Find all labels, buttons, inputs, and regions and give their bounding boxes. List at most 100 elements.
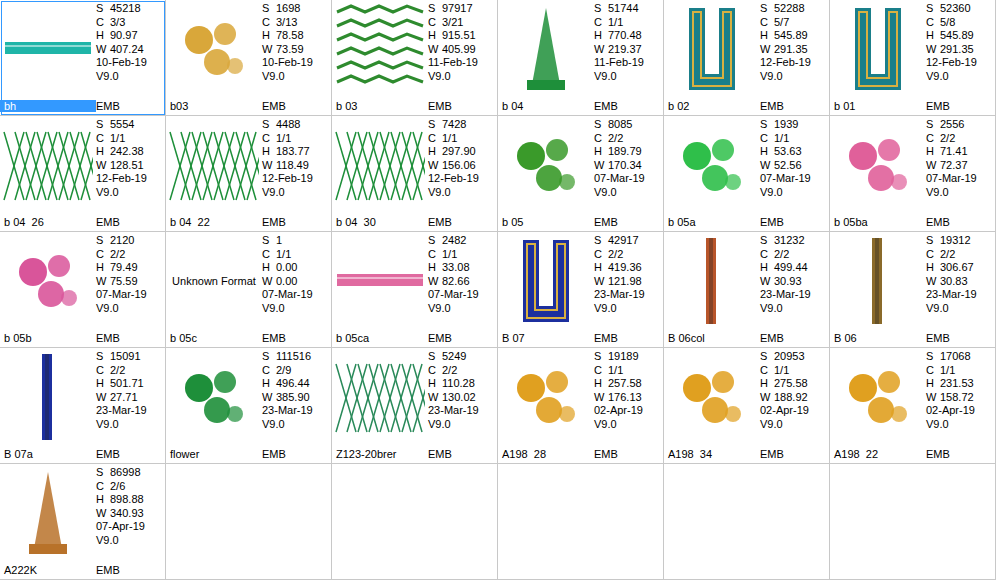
stat-row: W291.35 (926, 43, 977, 57)
design-cell[interactable]: S31232C2/2H499.44W30.9323-Mar-19V9.0B 06… (664, 232, 830, 348)
design-cell[interactable]: S19189C1/1H257.58W176.1302-Apr-19V9.0A19… (498, 348, 664, 464)
design-cell[interactable]: S5249C2/2H110.28W130.0223-Mar-19V9.0Z123… (332, 348, 498, 464)
design-format: EMB (428, 100, 452, 112)
design-cell[interactable]: S52360C5/8H545.89W291.3512-Feb-19V9.0b 0… (830, 0, 996, 116)
design-cell[interactable]: S15091C2/2H501.71W27.7123-Mar-19V9.0B 07… (0, 348, 166, 464)
design-cell[interactable]: S45218C3/3H90.97W407.2410-Feb-19V9.0bhEM… (0, 0, 166, 116)
stat-row: W82.66 (428, 275, 479, 289)
design-format: EMB (96, 216, 120, 228)
design-name: bh (0, 100, 96, 112)
design-format: EMB (594, 216, 618, 228)
design-cell[interactable]: S52288C5/7H545.89W291.3512-Feb-19V9.0b 0… (664, 0, 830, 116)
design-cell[interactable]: S42917C2/2H419.36W121.9823-Mar-19V9.0B 0… (498, 232, 664, 348)
design-version: V9.0 (428, 186, 479, 200)
stat-row: H110.28 (428, 377, 479, 391)
stat-row: H90.97 (96, 29, 147, 43)
stat-row: H501.71 (96, 377, 147, 391)
design-format: EMB (926, 216, 950, 228)
design-preview-icon (335, 120, 425, 210)
design-name: B 07 (498, 332, 594, 344)
design-version: V9.0 (594, 302, 645, 316)
design-preview-icon (335, 352, 425, 442)
stat-row: H306.67 (926, 261, 977, 275)
thumbnail (498, 0, 594, 98)
design-format: EMB (96, 564, 120, 576)
design-cell[interactable]: S5554C1/1H242.38W128.5112-Feb-19V9.0b 04… (0, 116, 166, 232)
stat-row: W405.99 (428, 43, 478, 57)
design-preview-icon (3, 468, 93, 558)
design-preview-icon (501, 4, 591, 94)
stat-row: S31232 (760, 234, 811, 248)
design-format: EMB (594, 448, 618, 460)
stat-row: W73.59 (262, 43, 313, 57)
design-cell[interactable]: S86998C2/6H898.88W340.9307-Apr-19V9.0A22… (0, 464, 166, 580)
design-stats: S1C1/1H0.00W0.0007-Mar-19V9.0 (262, 232, 313, 330)
design-preview-icon (667, 236, 757, 326)
design-version: V9.0 (428, 70, 478, 84)
design-cell[interactable]: S19312C2/2H306.67W30.8323-Mar-19V9.0B 06… (830, 232, 996, 348)
design-cell[interactable]: S97917C3/21H915.51W405.9911-Feb-19V9.0b … (332, 0, 498, 116)
design-name: A222K (0, 564, 96, 576)
design-version: V9.0 (926, 418, 975, 432)
empty-cell (166, 464, 332, 580)
design-preview-icon (501, 352, 591, 442)
design-stats: S52288C5/7H545.89W291.3512-Feb-19V9.0 (760, 0, 811, 98)
design-stats: S15091C2/2H501.71W27.7123-Mar-19V9.0 (96, 348, 147, 446)
design-date: 12-Feb-19 (262, 172, 313, 186)
design-preview-icon (3, 352, 93, 442)
stat-row: S1 (262, 234, 313, 248)
design-name: b 05 (498, 216, 594, 228)
stat-row: W130.02 (428, 391, 479, 405)
design-version: V9.0 (760, 186, 811, 200)
design-version: V9.0 (926, 302, 977, 316)
design-format: EMB (760, 216, 784, 228)
design-name: A198 34 (664, 448, 760, 460)
design-stats: S52360C5/8H545.89W291.3512-Feb-19V9.0 (926, 0, 977, 98)
design-stats: S8085C2/2H189.79W170.3407-Mar-19V9.0 (594, 116, 645, 214)
design-cell[interactable]: S2482C1/1H33.08W82.6607-Mar-19V9.0b 05ca… (332, 232, 498, 348)
stat-row: W219.37 (594, 43, 644, 57)
design-version: V9.0 (926, 186, 977, 200)
design-cell[interactable]: S2120C2/2H79.49W75.5907-Mar-19V9.0b 05bE… (0, 232, 166, 348)
design-cell[interactable]: S4488C1/1H183.77W118.4912-Feb-19V9.0b 04… (166, 116, 332, 232)
design-preview-icon (335, 4, 425, 94)
stat-row: W340.93 (96, 507, 145, 521)
design-date: 02-Apr-19 (926, 404, 975, 418)
design-cell[interactable]: S111516C2/9H496.44W385.9023-Mar-19V9.0fl… (166, 348, 332, 464)
design-date: 07-Mar-19 (428, 288, 479, 302)
design-cell[interactable]: S17068C1/1H231.53W158.7202-Apr-19V9.0A19… (830, 348, 996, 464)
thumbnail (0, 116, 96, 214)
design-cell[interactable]: Unknown FormatS1C1/1H0.00W0.0007-Mar-19V… (166, 232, 332, 348)
stat-row: W385.90 (262, 391, 313, 405)
stat-row: H915.51 (428, 29, 478, 43)
stat-row: H545.89 (760, 29, 811, 43)
design-stats: S4488C1/1H183.77W118.4912-Feb-19V9.0 (262, 116, 313, 214)
stat-row: H189.79 (594, 145, 645, 159)
design-date: 11-Feb-19 (594, 56, 644, 70)
design-cell[interactable]: S2556C2/2H71.41W72.3707-Mar-19V9.0b 05ba… (830, 116, 996, 232)
design-cell[interactable]: S8085C2/2H189.79W170.3407-Mar-19V9.0b 05… (498, 116, 664, 232)
thumbnail: Unknown Format (166, 232, 262, 330)
design-cell[interactable]: S7428C1/1H297.90W156.0612-Feb-19V9.0b 04… (332, 116, 498, 232)
stat-row: H71.41 (926, 145, 977, 159)
stat-row: W158.72 (926, 391, 975, 405)
design-cell[interactable]: S51744C1/1H770.48W219.3711-Feb-19V9.0b 0… (498, 0, 664, 116)
design-preview-icon (3, 4, 93, 94)
design-cell[interactable]: S1698C3/13H78.58W73.5910-Feb-19V9.0b03EM… (166, 0, 332, 116)
stat-row: S51744 (594, 2, 644, 16)
design-version: V9.0 (262, 70, 313, 84)
design-preview-icon (501, 236, 591, 326)
stat-row: H499.44 (760, 261, 811, 275)
design-preview-icon (169, 352, 259, 442)
design-stats: S42917C2/2H419.36W121.9823-Mar-19V9.0 (594, 232, 645, 330)
stat-row: H770.48 (594, 29, 644, 43)
design-stats: S7428C1/1H297.90W156.0612-Feb-19V9.0 (428, 116, 479, 214)
design-cell[interactable]: S1939C1/1H53.63W52.5607-Mar-19V9.0b 05aE… (664, 116, 830, 232)
thumbnail (0, 464, 96, 562)
stat-row: H183.77 (262, 145, 313, 159)
design-cell[interactable]: S20953C1/1H275.58W188.9202-Apr-19V9.0A19… (664, 348, 830, 464)
thumbnail (498, 348, 594, 446)
design-format: EMB (428, 448, 452, 460)
design-preview-icon (667, 352, 757, 442)
design-stats: S31232C2/2H499.44W30.9323-Mar-19V9.0 (760, 232, 811, 330)
